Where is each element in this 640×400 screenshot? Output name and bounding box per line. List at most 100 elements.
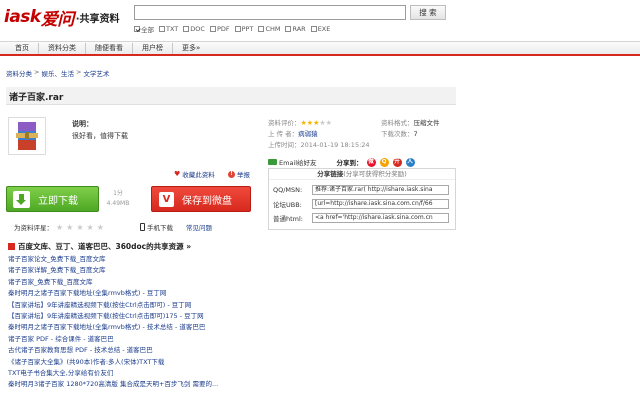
related-link[interactable]: 秦时明月之诸子百家下载地址(全集rmvb格式) - 技术总结 - 道客巴巴 bbox=[8, 323, 205, 331]
related-link-item: 诸子百家 PDF - 综合课件 - 道客巴巴 bbox=[8, 334, 268, 345]
mobile-download-link[interactable]: 手机下载 bbox=[140, 222, 173, 232]
download-cost: 1分 4.49MB bbox=[104, 189, 132, 209]
related-link[interactable]: 诸子百家详解_免费下载_百度文库 bbox=[8, 266, 106, 274]
rating-star-input[interactable]: ★ bbox=[66, 223, 73, 232]
filter-option[interactable]: PPT bbox=[234, 25, 254, 33]
email-friend-link[interactable]: Email给好友 bbox=[268, 157, 317, 167]
rating-row: 资料评价：★★★★★ bbox=[268, 117, 332, 127]
share-qq-field[interactable]: 推荐:诸子百家.rar( http://ishare.iask.sina bbox=[312, 185, 449, 195]
related-link-item: 秦时明月3诸子百家 1280*720高清版 集合成是天明+百步飞剑 需要的... bbox=[8, 379, 268, 390]
uploader-link[interactable]: 病弱猿 bbox=[298, 130, 318, 138]
filter-option[interactable]: PDF bbox=[209, 25, 230, 33]
rating-star-input[interactable]: ★ bbox=[56, 223, 63, 232]
related-link[interactable]: 秦时明月3诸子百家 1280*720高清版 集合成是天明+百步飞剑 需要的... bbox=[8, 380, 218, 388]
favorite-link[interactable]: ♥ 收藏此资料 bbox=[174, 169, 215, 179]
filter-checkbox[interactable] bbox=[234, 26, 241, 32]
report-link[interactable]: ! 举报 bbox=[228, 169, 250, 179]
filter-checkbox[interactable] bbox=[209, 26, 216, 32]
related-link-item: 《诸子百家大全集》(共90本)作者:多人(宋体)TXT下载 bbox=[8, 357, 268, 368]
related-link[interactable]: 【百家讲坛】9年讲座精选视频下载(按住Ctrl点击即可)175 - 豆丁网 bbox=[8, 312, 204, 320]
rating-star-input[interactable]: ★ bbox=[76, 223, 83, 232]
nav-item[interactable]: 更多» bbox=[173, 43, 209, 54]
share-html-field[interactable]: <a href='http://ishare.iask.sina.com.cn bbox=[312, 213, 449, 223]
related-link[interactable]: 《诸子百家大全集》(共90本)作者:多人(宋体)TXT下载 bbox=[8, 358, 164, 366]
nav-item[interactable]: 首页 bbox=[6, 42, 39, 54]
filter-label: RAR bbox=[292, 25, 306, 33]
description-label: 说明： bbox=[72, 120, 93, 128]
filter-checkbox[interactable] bbox=[310, 26, 317, 32]
related-links-list: 诸子百家论文_免费下载_百度文库 诸子百家详解_免费下载_百度文库 诸子百家_免费下… bbox=[8, 254, 268, 391]
share-box-header: 分享链接(分享可获得积分奖励) bbox=[269, 169, 455, 180]
related-link-item: TXT电子书合集大全,分享给有价友们 bbox=[8, 368, 268, 379]
related-heading[interactable]: 百度文库、豆丁、道客巴巴、360doc的共享资源 » bbox=[8, 241, 191, 252]
breadcrumb-item[interactable]: 文学艺术 bbox=[83, 68, 109, 78]
filter-option[interactable]: 全部 bbox=[134, 24, 154, 34]
filter-option[interactable]: EXE bbox=[310, 25, 330, 33]
download-icon bbox=[13, 190, 30, 208]
breadcrumb-item[interactable]: 资料分类 bbox=[6, 68, 32, 78]
filter-checkbox[interactable] bbox=[258, 26, 265, 32]
rate-label: 为资料评星： bbox=[14, 224, 53, 232]
logo-brand: iask bbox=[4, 7, 41, 27]
downloads-value: 7 bbox=[413, 130, 418, 138]
logo-sina: 爱问 bbox=[40, 9, 75, 30]
rating-star-input[interactable]: ★ bbox=[87, 223, 94, 232]
share-ubb-field[interactable]: [url=http://ishare.iask.sina.com.cn/f/66 bbox=[312, 199, 449, 209]
nav-item[interactable]: 随便看看 bbox=[86, 42, 133, 54]
related-link-item: 【百家讲坛】9年讲座精选视频下载(按住Ctrl点击即可)175 - 豆丁网 bbox=[8, 311, 268, 322]
filter-option[interactable]: DOC bbox=[183, 25, 205, 33]
related-link[interactable]: 古代诸子百家教育思想 PDF - 技术总结 - 道客巴巴 bbox=[8, 346, 153, 354]
filter-label: PPT bbox=[241, 25, 254, 33]
uploader-label: 上 传 者： bbox=[268, 130, 299, 138]
breadcrumb: 资料分类 > 娱乐、生活 > 文学艺术 bbox=[6, 68, 109, 78]
share-qzone-icon[interactable]: Q bbox=[379, 158, 389, 167]
related-link[interactable]: TXT电子书合集大全,分享给有价友们 bbox=[8, 369, 113, 377]
share-weibo-icon[interactable]: 微 bbox=[366, 158, 376, 167]
filter-checkbox[interactable] bbox=[159, 26, 165, 32]
filter-checkbox[interactable] bbox=[183, 26, 190, 32]
favorite-label: 收藏此资料 bbox=[182, 171, 215, 179]
save-to-vdisk-button[interactable]: V 保存到微盘 bbox=[151, 186, 251, 212]
share-qq-label: QQ/MSN: bbox=[273, 186, 303, 194]
downloads-row: 下载次数：7 bbox=[381, 128, 418, 138]
rating-label: 资料评价： bbox=[268, 119, 301, 127]
download-button[interactable]: 立即下载 bbox=[6, 186, 99, 212]
related-link[interactable]: 诸子百家论文_免费下载_百度文库 bbox=[8, 255, 106, 263]
report-label: 举报 bbox=[237, 171, 250, 179]
bullet-icon bbox=[8, 243, 15, 250]
phone-icon bbox=[140, 223, 145, 231]
upload-time-value: 2014-01-19 18:15:24 bbox=[300, 141, 370, 149]
search-button[interactable]: 搜 索 bbox=[410, 5, 446, 20]
description-text: 很好看，值得下载 bbox=[72, 132, 128, 140]
logo-subtitle: ·共享资料 bbox=[75, 13, 120, 25]
share-ubb-label: 论坛UBB: bbox=[273, 201, 302, 209]
filter-label: TXT bbox=[166, 25, 179, 33]
heart-icon: ♥ bbox=[174, 170, 181, 178]
filter-label: 全部 bbox=[141, 26, 154, 34]
site-logo[interactable]: iask 爱问 ·共享资料 bbox=[4, 5, 120, 30]
breadcrumb-separator: > bbox=[34, 68, 40, 76]
share-renren-icon[interactable]: 开 bbox=[392, 158, 402, 167]
file-type-filters: 全部 TXT DOC PDF PPT CHM RAR EXE bbox=[134, 24, 330, 34]
related-link[interactable]: 诸子百家 PDF - 综合课件 - 道客巴巴 bbox=[8, 335, 114, 343]
share-box-title: 分享链接 bbox=[317, 170, 344, 178]
rating-stars: ★★★★★ bbox=[301, 119, 332, 127]
format-value: 压缩文件 bbox=[413, 119, 440, 127]
filter-label: DOC bbox=[190, 25, 205, 33]
share-label: 分享到： bbox=[336, 159, 363, 167]
rating-star-input[interactable]: ★ bbox=[97, 223, 104, 232]
related-link[interactable]: 【百家讲坛】9年讲座精选视频下载(按住Ctrl点击即可) - 豆丁网 bbox=[8, 301, 191, 309]
nav-item[interactable]: 用户榜 bbox=[133, 42, 173, 54]
filter-option[interactable]: RAR bbox=[285, 25, 306, 33]
filter-option[interactable]: CHM bbox=[258, 25, 280, 33]
related-link[interactable]: 秦时明月之诸子百家下载地址(全集rmvb格式) - 豆丁网 bbox=[8, 289, 166, 297]
nav-item[interactable]: 资料分类 bbox=[39, 42, 86, 54]
breadcrumb-item[interactable]: 娱乐、生活 bbox=[41, 68, 74, 78]
search-input[interactable] bbox=[134, 5, 406, 20]
filter-checkbox[interactable] bbox=[134, 26, 140, 32]
faq-link[interactable]: 常见问题 bbox=[186, 222, 212, 232]
related-link[interactable]: 诸子百家_免费下载_百度文库 bbox=[8, 278, 93, 286]
filter-option[interactable]: TXT bbox=[159, 25, 178, 33]
filter-checkbox[interactable] bbox=[285, 26, 292, 32]
share-tencent-weibo-icon[interactable]: 人 bbox=[405, 158, 415, 167]
